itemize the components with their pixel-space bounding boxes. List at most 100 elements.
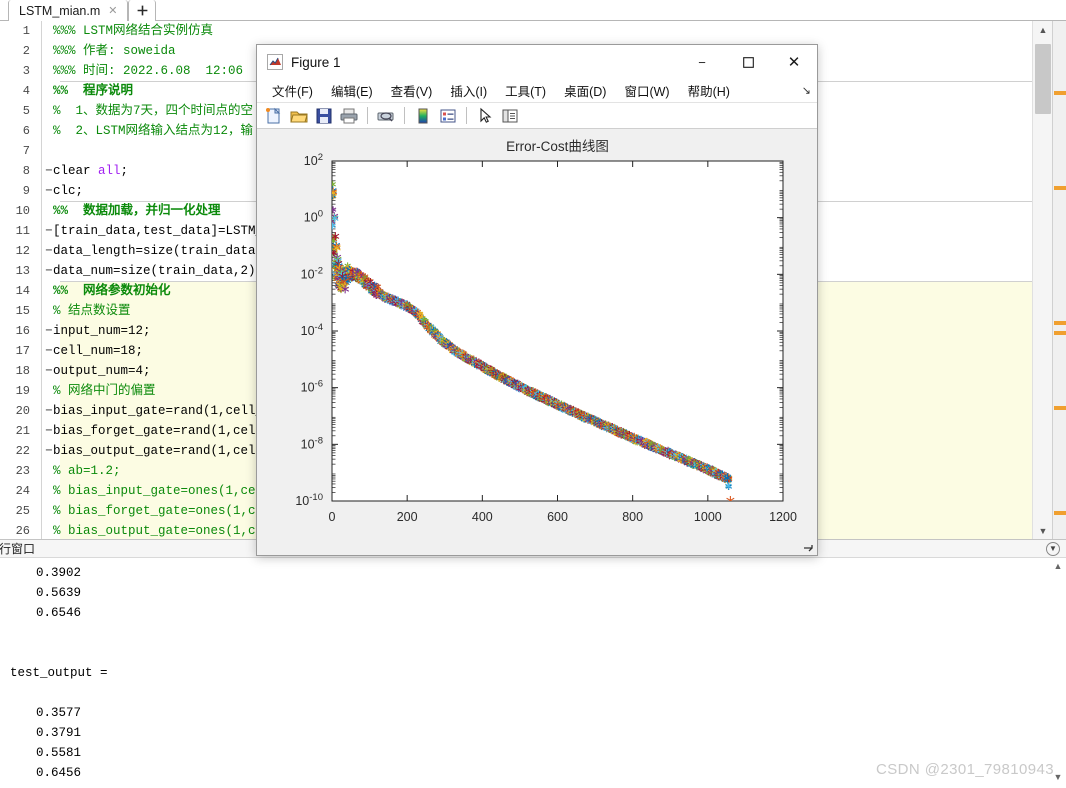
tab-label: LSTM_mian.m: [19, 4, 100, 18]
matlab-icon: [267, 54, 283, 70]
analyzer-warning-mark[interactable]: [1054, 91, 1066, 95]
code-line-text: % bias_forget_gate=ones(1,cel: [53, 501, 271, 521]
editor-vertical-scrollbar[interactable]: ▲ ▼: [1032, 21, 1052, 539]
figure-menu-1[interactable]: 文件(F): [263, 81, 322, 100]
line-number: 19: [0, 381, 30, 401]
resize-grip-icon[interactable]: [802, 541, 814, 553]
line-number: 9: [0, 181, 30, 201]
line-number: 11: [0, 221, 30, 241]
command-output-line: [0, 683, 1050, 703]
command-output-line: 0.5581: [0, 743, 1050, 763]
line-number: 25: [0, 501, 30, 521]
figure-menu-5[interactable]: 工具(T): [496, 81, 555, 100]
code-analyzer-strip[interactable]: [1052, 21, 1066, 539]
code-line-text: % 1、数据为7天，四个时间点的空: [53, 101, 253, 121]
code-line-text: data_length=size(train_data,1: [53, 241, 271, 261]
figure-menu-bar[interactable]: 文件(F)编辑(E)查看(V)插入(I)工具(T)桌面(D)窗口(W)帮助(H)…: [257, 79, 817, 103]
code-line[interactable]: 1 %%% LSTM网络结合实例仿真: [0, 21, 1045, 41]
csdn-watermark: CSDN @2301_79810943: [876, 761, 1054, 778]
analyzer-warning-mark[interactable]: [1054, 511, 1066, 515]
line-number: 2: [0, 41, 30, 61]
figure-window[interactable]: Figure 1 − ✕ 文件(F)编辑(E)查看(V)插入(I)工具(T)桌面…: [256, 44, 818, 556]
maximize-icon: [743, 57, 754, 68]
close-icon[interactable]: ✕: [106, 4, 119, 17]
code-line-text: %% 网络参数初始化: [53, 281, 171, 301]
code-line-text: bias_input_gate=rand(1,cell_n: [53, 401, 271, 421]
x-tick-label: 1200: [769, 510, 797, 524]
analyzer-warning-mark[interactable]: [1054, 186, 1066, 190]
chevron-circle-icon[interactable]: ▼: [1046, 542, 1060, 556]
line-number: 6: [0, 121, 30, 141]
line-number: 1: [0, 21, 30, 41]
scrollbar-thumb[interactable]: [1035, 44, 1051, 114]
command-output-line: test_output =: [0, 663, 1050, 683]
line-number: 18: [0, 361, 30, 381]
new-tab-button[interactable]: [128, 0, 156, 21]
chevron-up-icon[interactable]: ▲: [1033, 21, 1053, 38]
open-file-icon[interactable]: [288, 105, 310, 127]
line-number: 24: [0, 481, 30, 501]
toolbar-separator: [404, 107, 405, 124]
toolbar-separator: [466, 107, 467, 124]
command-output-line: [0, 643, 1050, 663]
command-window-title: 令行窗口: [0, 540, 35, 558]
tab-lstm-mian-m[interactable]: LSTM_mian.m ✕: [8, 0, 128, 21]
command-window-output[interactable]: 0.39020.56390.6546test_output =0.35770.3…: [0, 559, 1050, 788]
command-output-line: 0.3791: [0, 723, 1050, 743]
line-number: 23: [0, 461, 30, 481]
colorbar-icon[interactable]: [412, 105, 434, 127]
command-output-line: [0, 623, 1050, 643]
command-window-panel: 令行窗口 ▼ 0.39020.56390.6546test_output =0.…: [0, 539, 1066, 788]
figure-menu-4[interactable]: 插入(I): [441, 81, 496, 100]
figure-canvas[interactable]: Error-Cost曲线图10210010-210-410-610-810-10…: [257, 129, 817, 555]
code-line-text: % 2、LSTM网络输入结点为12，输: [53, 121, 253, 141]
pointer-icon[interactable]: [474, 105, 496, 127]
line-number: 5: [0, 101, 30, 121]
print-preview-icon[interactable]: [375, 105, 397, 127]
minimize-button[interactable]: −: [679, 46, 725, 78]
maximize-button[interactable]: [725, 46, 771, 78]
legend-icon[interactable]: [437, 105, 459, 127]
line-number: 13: [0, 261, 30, 281]
save-figure-icon[interactable]: [313, 105, 335, 127]
command-output-line: 0.5639: [0, 583, 1050, 603]
figure-menu-6[interactable]: 桌面(D): [555, 81, 615, 100]
print-figure-icon[interactable]: [338, 105, 360, 127]
analyzer-warning-mark[interactable]: [1054, 321, 1066, 325]
analyzer-warning-mark[interactable]: [1054, 406, 1066, 410]
chevron-down-icon[interactable]: ▼: [1033, 522, 1053, 539]
code-line-text: %%% 作者: soweida: [53, 41, 176, 61]
line-number: 12: [0, 241, 30, 261]
figure-menu-8[interactable]: 帮助(H): [679, 81, 739, 100]
x-tick-label: 1000: [694, 510, 722, 524]
code-line-text: %%% LSTM网络结合实例仿真: [53, 21, 213, 41]
error-cost-plot[interactable]: Error-Cost曲线图10210010-210-410-610-810-10…: [257, 129, 817, 555]
code-line-text: %%% 时间: 2022.6.08 12:06: [53, 61, 243, 81]
plus-icon: [137, 5, 148, 16]
editor-tab-strip: LSTM_mian.m ✕: [0, 0, 1066, 21]
scrollbar-track[interactable]: [1033, 38, 1053, 522]
line-number: 20: [0, 401, 30, 421]
figure-toolbar[interactable]: [257, 103, 817, 129]
code-line-text: [train_data,test_data]=LSTM_d: [53, 221, 271, 241]
chevron-up-icon[interactable]: ▲: [1050, 561, 1066, 575]
command-window-scrollbar[interactable]: ▲ ▼: [1050, 559, 1066, 788]
figure-menu-2[interactable]: 编辑(E): [322, 81, 382, 100]
x-tick-label: 800: [622, 510, 643, 524]
new-figure-icon[interactable]: [263, 105, 285, 127]
line-number: 26: [0, 521, 30, 539]
line-number: 7: [0, 141, 30, 161]
analyzer-warning-mark[interactable]: [1054, 331, 1066, 335]
command-output-line: 0.6546: [0, 603, 1050, 623]
line-number: 3: [0, 61, 30, 81]
figure-menu-3[interactable]: 查看(V): [382, 81, 442, 100]
code-line-text: data_num=size(train_data,2);: [53, 261, 263, 281]
close-button[interactable]: ✕: [771, 46, 817, 78]
line-number: 4: [0, 81, 30, 101]
line-number: 15: [0, 301, 30, 321]
figure-title-bar[interactable]: Figure 1 − ✕: [257, 45, 817, 79]
menu-overflow-icon[interactable]: ↘: [802, 84, 811, 97]
property-inspector-icon[interactable]: [499, 105, 521, 127]
code-line-text: % ab=1.2;: [53, 461, 121, 481]
figure-menu-7[interactable]: 窗口(W): [615, 81, 678, 100]
